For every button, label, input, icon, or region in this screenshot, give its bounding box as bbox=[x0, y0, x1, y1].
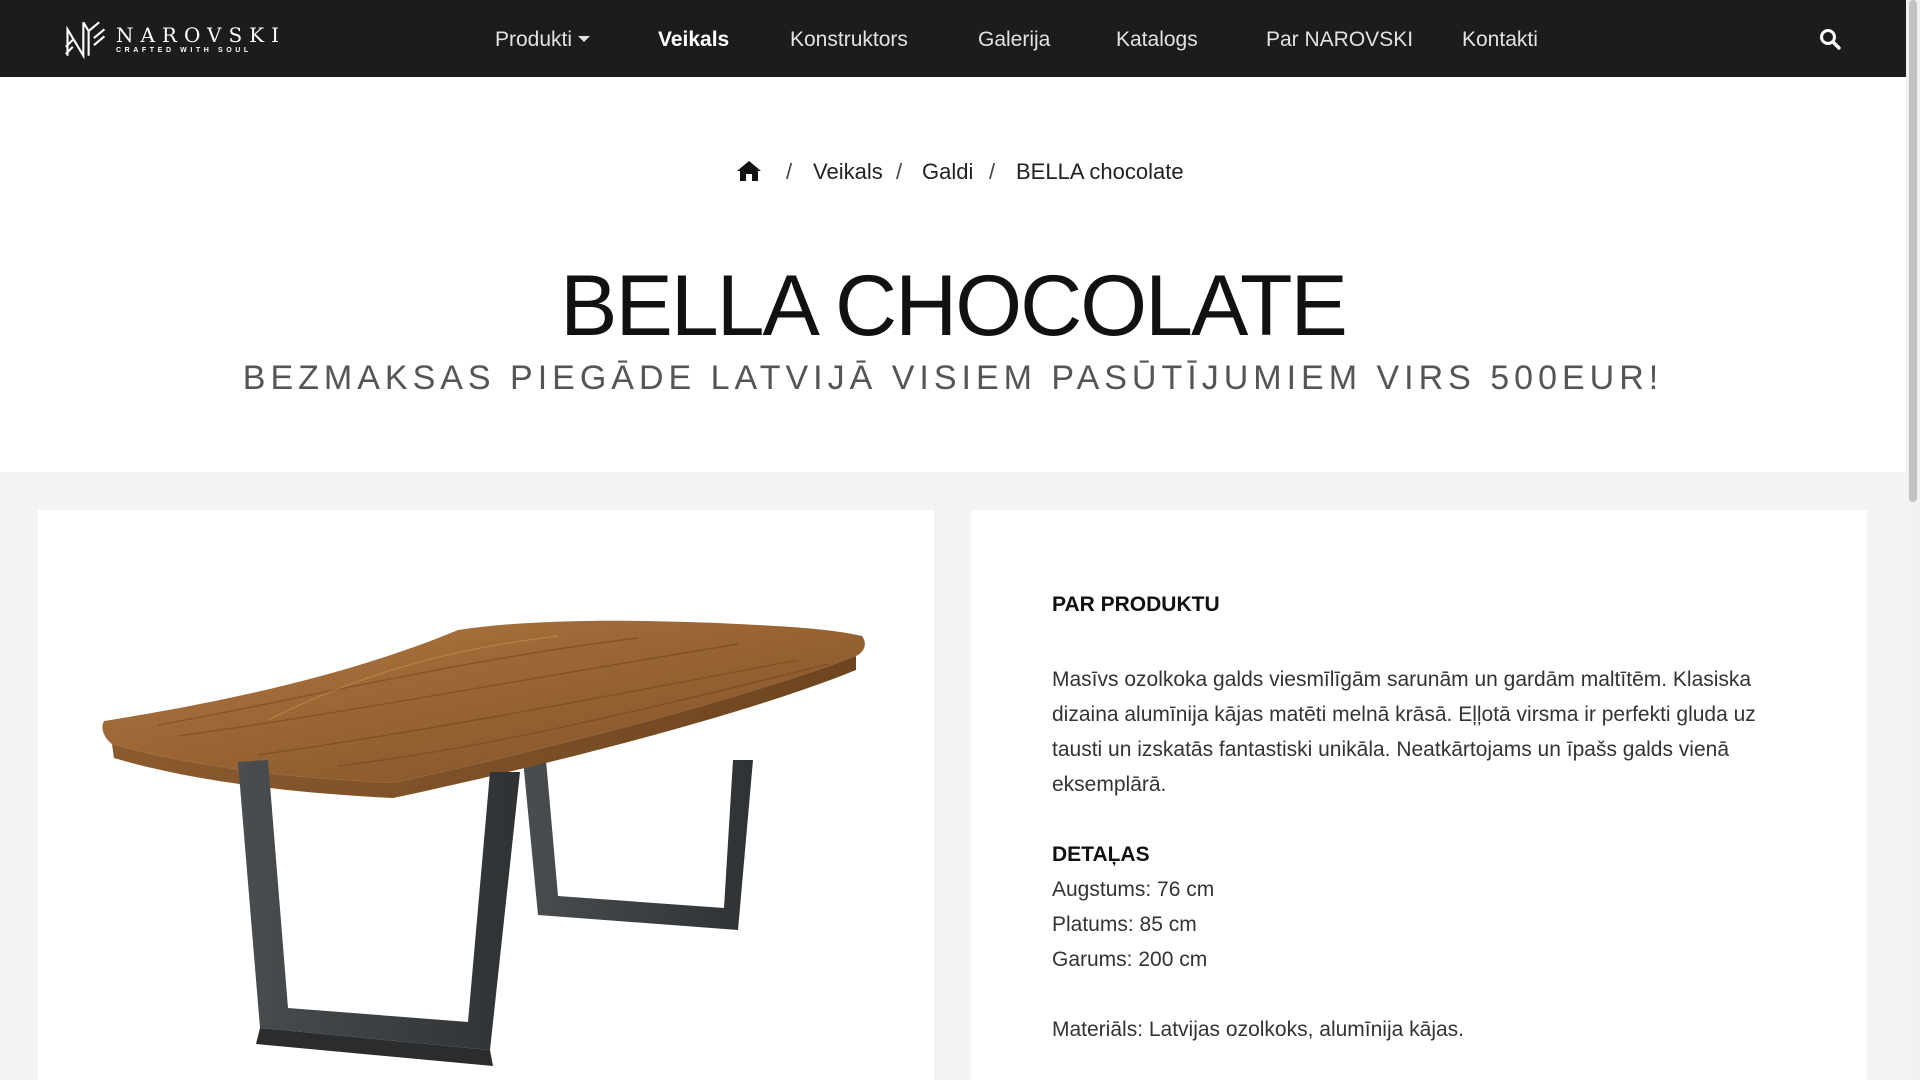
nav-item-par-narovski[interactable]: Par NAROVSKI bbox=[1266, 0, 1413, 77]
nav-item-label: Galerija bbox=[978, 28, 1051, 51]
detail-width: Platums: 85 cm bbox=[1052, 913, 1197, 936]
detail-material: Materiāls: Latvijas ozolkoks, alumīnija … bbox=[1052, 1018, 1465, 1041]
nav-item-label: Produkti bbox=[495, 28, 573, 51]
breadcrumb: / Veikals / Galdi / BELLA chocolate bbox=[0, 156, 1906, 188]
brand-tagline: CRAFTED WITH SOUL bbox=[115, 46, 252, 54]
detail-height: Augstums: 76 cm bbox=[1052, 878, 1215, 901]
search-icon bbox=[1820, 29, 1841, 50]
shipping-banner: BEZMAKSAS PIEGĀDE LATVIJĀ VISIEM PASŪTĪJ… bbox=[242, 359, 1664, 397]
detail-length: Garums: 200 cm bbox=[1052, 948, 1208, 971]
breadcrumb-galdi[interactable]: Galdi bbox=[922, 156, 973, 188]
product-title: BELLA CHOCOLATE bbox=[560, 258, 1348, 354]
nav-item-produkti[interactable]: Produkti bbox=[495, 0, 591, 77]
nav-item-konstruktors[interactable]: Konstruktors bbox=[790, 0, 908, 77]
details-heading: DETAĻAS bbox=[1052, 843, 1150, 866]
home-icon[interactable] bbox=[736, 159, 762, 183]
nav-item-katalogs[interactable]: Katalogs bbox=[1116, 0, 1198, 77]
about-heading: PAR PRODUKTU bbox=[1052, 593, 1220, 616]
logo-mark-icon bbox=[65, 21, 106, 60]
nav-item-galerija[interactable]: Galerija bbox=[978, 0, 1050, 77]
product-image bbox=[102, 620, 865, 1066]
brand-logo[interactable]: NAROVSKI CRAFTED WITH SOUL bbox=[64, 18, 286, 60]
nav-item-label: Kontakti bbox=[1462, 28, 1538, 51]
page-scrollbar[interactable] bbox=[1906, 0, 1920, 1080]
breadcrumb-separator: / bbox=[786, 159, 793, 184]
nav-item-veikals[interactable]: Veikals bbox=[658, 0, 729, 77]
nav-item-label: Veikals bbox=[658, 28, 730, 51]
product-info-card: PAR PRODUKTU Masīvs ozolkoka galds viesm… bbox=[971, 510, 1867, 1080]
nav-item-label: Par NAROVSKI bbox=[1266, 28, 1414, 51]
breadcrumb-veikals[interactable]: Veikals bbox=[813, 156, 883, 188]
breadcrumb-current: BELLA chocolate bbox=[1016, 159, 1184, 184]
chevron-down-icon bbox=[578, 36, 591, 42]
search-button[interactable] bbox=[1818, 27, 1842, 51]
product-description: Masīvs ozolkoka galds viesmīlīgām sarunā… bbox=[1052, 668, 1756, 796]
brand-name: NAROVSKI bbox=[115, 22, 286, 47]
nav-item-kontakti[interactable]: Kontakti bbox=[1462, 0, 1538, 77]
breadcrumb-separator: / bbox=[989, 159, 996, 184]
breadcrumb-separator: / bbox=[896, 159, 903, 184]
nav-item-label: Konstruktors bbox=[790, 28, 908, 51]
scrollbar-thumb[interactable] bbox=[1909, 0, 1917, 502]
top-navbar: NAROVSKI CRAFTED WITH SOUL Produkti Veik… bbox=[0, 0, 1906, 77]
product-image-card[interactable] bbox=[38, 510, 934, 1080]
nav-item-label: Katalogs bbox=[1116, 28, 1198, 51]
